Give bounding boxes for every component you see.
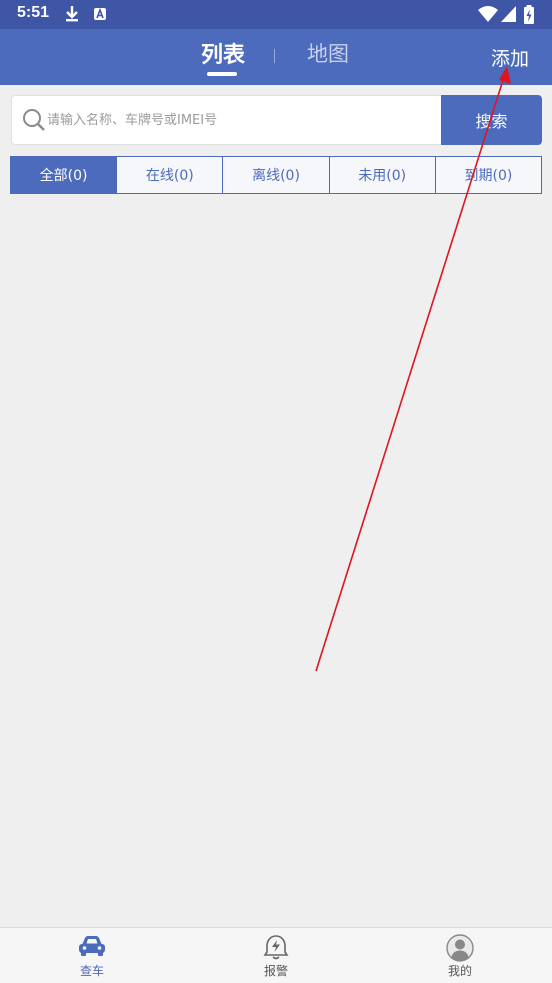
annotation-arrow	[315, 66, 511, 672]
nav-item-check-car[interactable]: 查车	[0, 928, 184, 983]
add-button[interactable]: 添加	[491, 44, 529, 71]
active-tab-indicator	[207, 72, 237, 76]
status-bar: 5:51	[0, 0, 552, 29]
signal-icon	[501, 6, 516, 22]
nav-label: 我的	[447, 964, 472, 978]
search-button[interactable]: 搜索	[441, 95, 542, 145]
alarm-bell-icon	[263, 935, 289, 960]
bottom-nav: 查车 报警 我的	[0, 927, 552, 983]
nav-item-alarm[interactable]: 报警	[184, 928, 368, 983]
nav-label: 报警	[263, 964, 288, 978]
download-icon	[66, 6, 78, 22]
car-icon	[79, 936, 105, 956]
tab-list[interactable]: 列表	[201, 37, 245, 69]
profile-icon	[446, 934, 474, 962]
filter-tab-expired[interactable]: 到期(0)	[434, 157, 542, 193]
filter-tab-unused[interactable]: 未用(0)	[328, 157, 435, 193]
nav-item-profile[interactable]: 我的	[368, 928, 552, 983]
wifi-icon	[478, 6, 498, 22]
nav-label: 查车	[79, 964, 104, 978]
tab-map[interactable]: 地图	[307, 38, 349, 68]
filter-tabs: 全部(0) 在线(0) 离线(0) 未用(0) 到期(0)	[10, 156, 542, 194]
filter-tab-all[interactable]: 全部(0)	[11, 157, 117, 193]
search-box	[11, 95, 441, 145]
tab-divider	[274, 49, 275, 63]
battery-icon	[524, 5, 534, 24]
search-icon	[23, 109, 45, 131]
filter-tab-offline[interactable]: 离线(0)	[222, 157, 329, 193]
search-input[interactable]	[47, 106, 427, 134]
filter-tab-online[interactable]: 在线(0)	[116, 157, 223, 193]
text-badge-icon	[94, 7, 106, 20]
status-time: 5:51	[17, 4, 50, 21]
header-bar: 列表 地图 添加	[0, 29, 552, 85]
